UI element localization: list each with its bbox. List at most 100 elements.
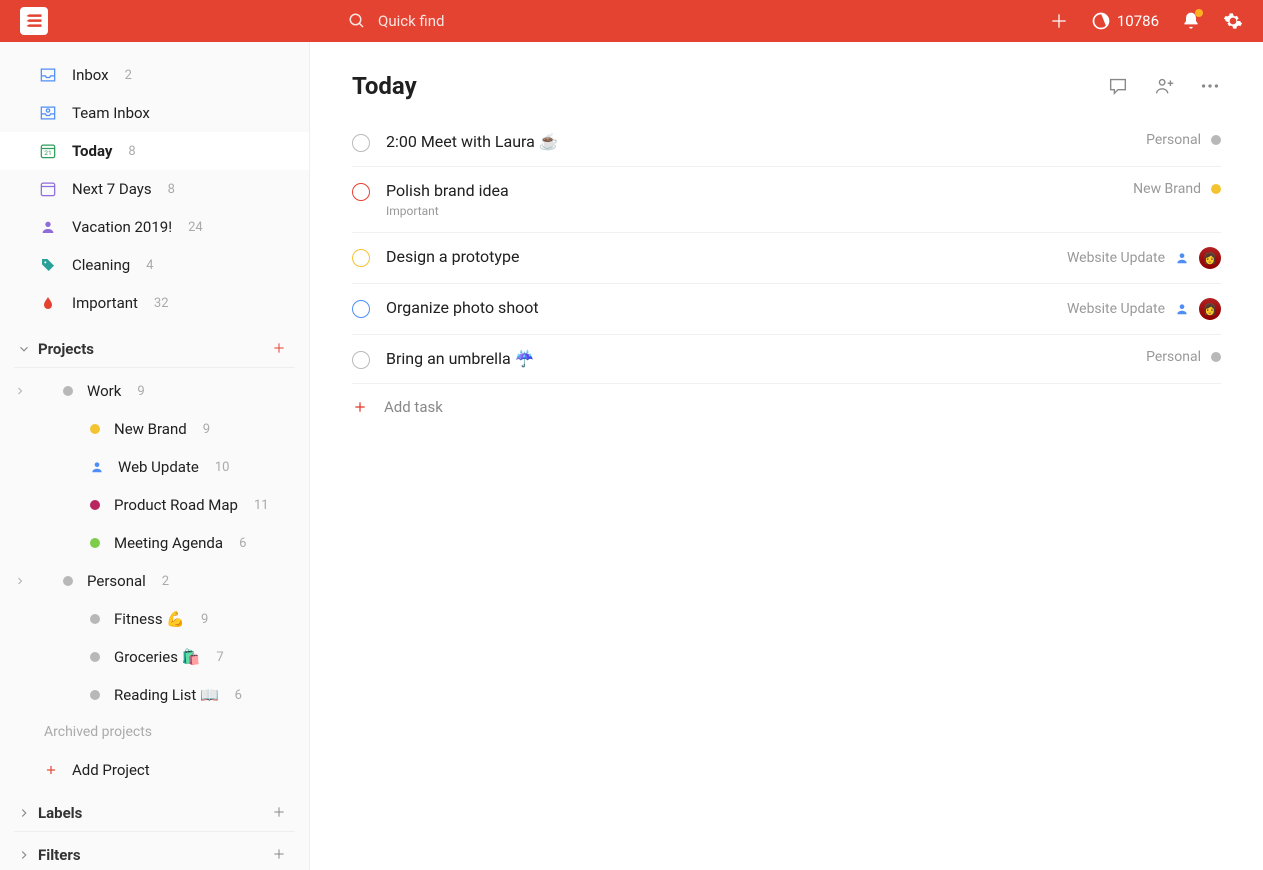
project-color-dot [1211, 135, 1221, 145]
tag-icon [38, 255, 58, 275]
project-label: Work [87, 382, 121, 400]
task-project: Website Update [1067, 301, 1165, 317]
task-row[interactable]: Polish brand ideaImportantNew Brand [352, 167, 1221, 233]
section-title: Projects [38, 340, 94, 358]
nav-label: Team Inbox [72, 104, 150, 122]
task-row[interactable]: Bring an umbrella ☔ Personal [352, 335, 1221, 384]
search[interactable]: Quick find [348, 12, 444, 30]
project-item[interactable]: Fitness 💪 9 [0, 600, 309, 638]
project-color-dot [90, 538, 100, 548]
task-project: New Brand [1133, 181, 1201, 197]
task-checkbox[interactable] [352, 183, 370, 201]
task-title: Organize photo shoot [386, 298, 1051, 317]
chevron-right-icon [14, 845, 34, 865]
task-project: Personal [1146, 349, 1201, 365]
task-title: 2:00 Meet with Laura ☕ [386, 132, 1130, 151]
project-item[interactable]: Reading List 📖6 [0, 676, 309, 714]
page-title: Today [352, 72, 417, 100]
karma-counter[interactable]: 10786 [1091, 11, 1159, 31]
task-subtitle: Important [386, 204, 1117, 218]
nav-label: Today [72, 142, 112, 160]
task-body: Design a prototype [386, 247, 1051, 266]
sidebar-item-vacation[interactable]: Vacation 2019! 24 [0, 208, 309, 246]
sidebar-item-important[interactable]: Important 32 [0, 284, 309, 322]
quick-add-button[interactable] [1049, 11, 1069, 31]
task-row[interactable]: Organize photo shootWebsite Update👩 [352, 284, 1221, 335]
project-item[interactable]: Work9 [0, 372, 309, 410]
project-item[interactable]: Personal2 [0, 562, 309, 600]
project-count: 6 [235, 688, 242, 703]
nav-label: Next 7 Days [72, 180, 152, 198]
drop-icon [38, 293, 58, 313]
nav-label: Inbox [72, 66, 109, 84]
task-checkbox[interactable] [352, 134, 370, 152]
search-icon [348, 12, 366, 30]
task-list: 2:00 Meet with Laura ☕PersonalPolish bra… [352, 118, 1221, 384]
karma-icon [1091, 11, 1111, 31]
filters-header[interactable]: Filters [14, 836, 295, 870]
project-count: 6 [239, 536, 246, 551]
assignee-avatar: 👩 [1199, 247, 1221, 269]
project-count: 9 [201, 612, 208, 627]
settings-button[interactable] [1223, 11, 1243, 31]
karma-points: 10786 [1117, 12, 1159, 30]
project-count: 9 [203, 422, 210, 437]
notifications-button[interactable] [1181, 11, 1201, 31]
task-row[interactable]: 2:00 Meet with Laura ☕ Personal [352, 118, 1221, 167]
more-button[interactable] [1199, 75, 1221, 97]
sidebar-item-inbox[interactable]: Inbox 2 [0, 56, 309, 94]
project-color-dot [63, 386, 73, 396]
task-meta: Personal [1146, 132, 1221, 148]
section-title: Filters [38, 846, 81, 864]
add-label-icon[interactable] [271, 804, 289, 822]
sidebar-item-cleaning[interactable]: Cleaning 4 [0, 246, 309, 284]
task-checkbox[interactable] [352, 300, 370, 318]
today-icon: 21 [38, 141, 58, 161]
task-row[interactable]: Design a prototype Website Update👩 [352, 233, 1221, 284]
person-icon [1175, 302, 1189, 316]
project-count: 7 [216, 650, 223, 665]
project-item[interactable]: Meeting Agenda 6 [0, 524, 309, 562]
share-button[interactable] [1153, 75, 1175, 97]
project-item[interactable]: Product Road Map 11 [0, 486, 309, 524]
add-task-button[interactable]: Add task [352, 384, 1221, 430]
nav-label: Important [72, 294, 138, 312]
sidebar: Inbox 2 Team Inbox 21 Today 8 Next 7 Day… [0, 42, 310, 870]
task-meta: Personal [1146, 349, 1221, 365]
archived-projects-label[interactable]: Archived projects [0, 714, 309, 750]
project-label: Fitness 💪 [114, 610, 185, 628]
task-body: 2:00 Meet with Laura ☕ [386, 132, 1130, 151]
project-item[interactable]: Web Update10 [0, 448, 309, 486]
sidebar-item-team-inbox[interactable]: Team Inbox [0, 94, 309, 132]
sidebar-item-next-7-days[interactable]: Next 7 Days 8 [0, 170, 309, 208]
add-project-icon[interactable] [271, 340, 289, 358]
project-label: Meeting Agenda [114, 534, 223, 552]
sidebar-item-today[interactable]: 21 Today 8 [0, 132, 309, 170]
project-count: 11 [254, 498, 269, 513]
labels-header[interactable]: Labels [14, 794, 295, 832]
project-item[interactable]: New Brand 9 [0, 410, 309, 448]
task-meta: Website Update👩 [1067, 247, 1221, 269]
task-title: Bring an umbrella ☔ [386, 349, 1130, 368]
nav-count: 8 [128, 144, 135, 159]
project-count: 10 [215, 460, 230, 475]
nav-count: 32 [154, 296, 169, 311]
project-label: Product Road Map [114, 496, 238, 514]
chevron-right-icon[interactable] [14, 575, 28, 587]
chevron-right-icon[interactable] [14, 385, 28, 397]
app-logo[interactable] [20, 7, 48, 35]
content-header: Today [352, 72, 1221, 100]
task-checkbox[interactable] [352, 249, 370, 267]
project-label: New Brand [114, 420, 187, 438]
add-filter-icon[interactable] [271, 846, 289, 864]
task-body: Organize photo shoot [386, 298, 1051, 317]
nav-count: 8 [168, 182, 175, 197]
project-item[interactable]: Groceries 🛍️7 [0, 638, 309, 676]
nav-label: Vacation 2019! [72, 218, 172, 236]
comment-button[interactable] [1107, 75, 1129, 97]
task-body: Bring an umbrella ☔ [386, 349, 1130, 368]
projects-header[interactable]: Projects [14, 330, 295, 368]
project-color-dot [1211, 352, 1221, 362]
add-project-button[interactable]: Add Project [0, 750, 309, 790]
task-checkbox[interactable] [352, 351, 370, 369]
